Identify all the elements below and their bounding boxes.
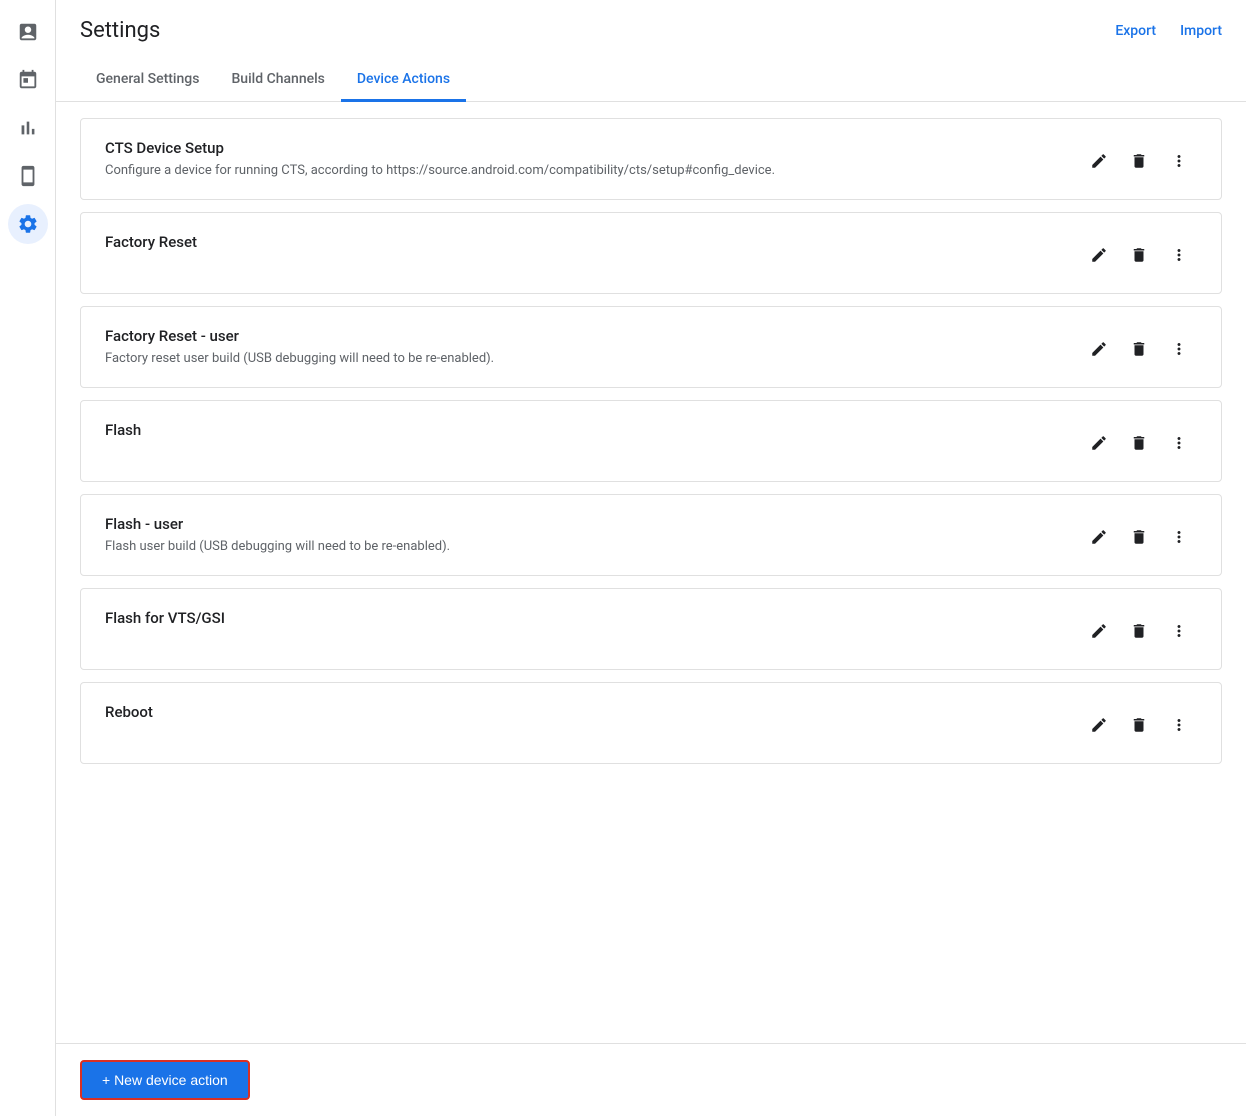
delete-button[interactable] [1121, 237, 1157, 273]
tab-build-channels[interactable]: Build Channels [215, 59, 340, 102]
delete-button[interactable] [1121, 613, 1157, 649]
sidebar [0, 0, 56, 1116]
action-card: Factory Reset - user Factory reset user b… [80, 306, 1222, 388]
action-card-buttons [1081, 609, 1197, 649]
action-card-description: Configure a device for running CTS, acco… [105, 163, 1081, 178]
delete-button[interactable] [1121, 519, 1157, 555]
sidebar-item-settings[interactable] [8, 204, 48, 244]
action-card-content-0: CTS Device Setup Configure a device for r… [105, 139, 1081, 178]
edit-button[interactable] [1081, 707, 1117, 743]
header-actions: Export Import [1115, 23, 1222, 39]
action-card-title: Flash - user [105, 515, 1081, 533]
more-button[interactable] [1161, 237, 1197, 273]
action-card-title: Reboot [105, 703, 1081, 721]
action-card-buttons [1081, 421, 1197, 461]
action-card-title: Flash [105, 421, 1081, 439]
content-area: CTS Device Setup Configure a device for r… [56, 102, 1246, 1043]
header: Settings Export Import [56, 0, 1246, 43]
action-card-content-3: Flash [105, 421, 1081, 445]
edit-button[interactable] [1081, 613, 1117, 649]
new-device-action-button[interactable]: + New device action [80, 1060, 250, 1100]
tabs-bar: General Settings Build Channels Device A… [56, 59, 1246, 102]
edit-button[interactable] [1081, 519, 1117, 555]
action-card-content-6: Reboot [105, 703, 1081, 727]
action-card: Factory Reset [80, 212, 1222, 294]
tab-device-actions[interactable]: Device Actions [341, 59, 466, 102]
action-card-content-5: Flash for VTS/GSI [105, 609, 1081, 633]
sidebar-item-analytics[interactable] [8, 108, 48, 148]
page-title: Settings [80, 18, 160, 43]
more-button[interactable] [1161, 143, 1197, 179]
delete-button[interactable] [1121, 143, 1157, 179]
sidebar-item-device[interactable] [8, 156, 48, 196]
action-card-title: Flash for VTS/GSI [105, 609, 1081, 627]
more-button[interactable] [1161, 613, 1197, 649]
action-card: Flash for VTS/GSI [80, 588, 1222, 670]
sidebar-item-reports[interactable] [8, 12, 48, 52]
action-card-title: Factory Reset - user [105, 327, 1081, 345]
import-link[interactable]: Import [1180, 23, 1222, 39]
sidebar-item-schedule[interactable] [8, 60, 48, 100]
footer: + New device action [56, 1043, 1246, 1116]
delete-button[interactable] [1121, 331, 1157, 367]
edit-button[interactable] [1081, 331, 1117, 367]
action-card-buttons [1081, 703, 1197, 743]
main-content: Settings Export Import General Settings … [56, 0, 1246, 1116]
more-button[interactable] [1161, 519, 1197, 555]
edit-button[interactable] [1081, 237, 1117, 273]
action-card-content-4: Flash - user Flash user build (USB debugg… [105, 515, 1081, 554]
action-card-title: CTS Device Setup [105, 139, 1081, 157]
action-card-buttons [1081, 515, 1197, 555]
action-card: Flash [80, 400, 1222, 482]
action-card-content-2: Factory Reset - user Factory reset user b… [105, 327, 1081, 366]
action-card-content-1: Factory Reset [105, 233, 1081, 257]
more-button[interactable] [1161, 707, 1197, 743]
action-card-description: Factory reset user build (USB debugging … [105, 351, 1081, 366]
action-card: Reboot [80, 682, 1222, 764]
action-card-title: Factory Reset [105, 233, 1081, 251]
action-card-buttons [1081, 327, 1197, 367]
tab-general-settings[interactable]: General Settings [80, 59, 215, 102]
action-card-description: Flash user build (USB debugging will nee… [105, 539, 1081, 554]
more-button[interactable] [1161, 331, 1197, 367]
edit-button[interactable] [1081, 425, 1117, 461]
more-button[interactable] [1161, 425, 1197, 461]
action-card-buttons [1081, 233, 1197, 273]
action-card: CTS Device Setup Configure a device for r… [80, 118, 1222, 200]
delete-button[interactable] [1121, 425, 1157, 461]
action-card: Flash - user Flash user build (USB debugg… [80, 494, 1222, 576]
action-card-buttons [1081, 139, 1197, 179]
export-link[interactable]: Export [1115, 23, 1156, 39]
edit-button[interactable] [1081, 143, 1117, 179]
delete-button[interactable] [1121, 707, 1157, 743]
